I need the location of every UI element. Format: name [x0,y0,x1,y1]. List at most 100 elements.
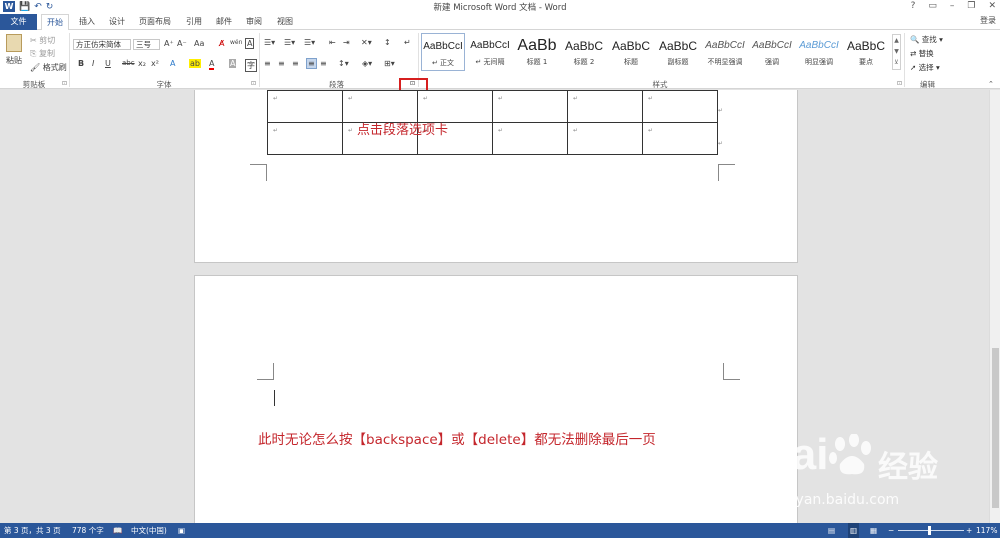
style-item[interactable]: AaBbCcI 不明显强调 [703,33,747,71]
style-item[interactable]: AaBbCcI ↵ 正文 [421,33,465,71]
underline-button[interactable]: U [105,59,111,68]
grow-font-icon[interactable]: A⁺ [164,39,174,48]
language[interactable]: 中文(中国) [131,523,167,538]
styles-gallery-scroll[interactable]: ▲ ▼ ⊻ [892,34,901,70]
multilevel-list-icon[interactable]: ☰▾ [304,38,315,47]
bold-button[interactable]: B [78,59,84,68]
style-item[interactable]: AaBb 标题 1 [515,33,559,71]
clear-format-icon[interactable]: A̸ [219,39,224,48]
print-layout-icon[interactable]: ▥ [848,523,860,538]
font-family-select[interactable]: 方正仿宋简体 [73,39,131,50]
table-cell[interactable]: ↵ [492,122,568,155]
login-link[interactable]: 登录 [980,15,996,26]
increase-indent-icon[interactable]: ⇥ [343,38,350,47]
text-cursor[interactable] [274,390,275,406]
paste-button[interactable]: 粘贴 [6,55,22,66]
style-item[interactable]: AaBbC 标题 2 [562,33,606,71]
shading-icon[interactable]: ◈▾ [362,59,372,68]
tab-review[interactable]: 审阅 [246,14,262,30]
style-item[interactable]: AaBbCcI ↵ 无间隔 [468,33,512,71]
copy-button[interactable]: ⎘ 复制 [30,48,55,59]
justify-icon[interactable]: ≡ [306,58,317,69]
bullets-icon[interactable]: ☰▾ [264,38,275,47]
vertical-scrollbar[interactable] [989,90,1000,523]
ribbon-display-icon[interactable]: ▭ [928,1,937,11]
style-item[interactable]: AaBbC 要点 [844,33,888,71]
enclose-char-icon[interactable]: 字 [245,59,257,72]
collapse-ribbon-icon[interactable]: ⌃ [988,80,994,88]
format-painter-button[interactable]: 🖌 格式刷 [30,62,67,73]
read-mode-icon[interactable]: ▤ [828,523,835,538]
find-button[interactable]: 🔍 查找 ▾ [910,34,943,45]
table-cell[interactable]: ↵ [492,90,568,123]
numbering-icon[interactable]: ☰▾ [284,38,295,47]
chinese-layout-icon[interactable]: ✕▾ [361,38,372,47]
document-table[interactable]: ↵ ↵ ↵ ↵ ↵ ↵ ↵ ↵ ↵ ↵ ↵ ↵ [267,90,718,155]
table-cell[interactable]: ↵ [417,90,493,123]
tab-mailings[interactable]: 邮件 [216,14,232,30]
macro-icon[interactable]: ▣ [178,523,185,538]
style-item[interactable]: AaBbC 副标题 [656,33,700,71]
tab-home[interactable]: 开始 [41,14,69,31]
style-item[interactable]: AaBbCcI 明显强调 [797,33,841,71]
style-item[interactable]: AaBbCcI 强调 [750,33,794,71]
italic-button[interactable]: I [92,59,94,68]
zoom-in-icon[interactable]: + [966,523,972,538]
shrink-font-icon[interactable]: A⁻ [177,39,187,48]
phonetic-guide-icon[interactable]: wén [230,39,242,46]
line-spacing-icon[interactable]: ↕▾ [338,59,349,68]
strikethrough-button[interactable]: abc [122,59,135,67]
scrollbar-thumb[interactable] [992,348,999,508]
decrease-indent-icon[interactable]: ⇤ [329,38,336,47]
tab-view[interactable]: 视图 [277,14,293,30]
distributed-icon[interactable]: ≡ [320,59,327,68]
table-cell[interactable]: ↵ [342,90,418,123]
restore-icon[interactable]: ❐ [967,1,975,11]
table-cell[interactable]: ↵ [567,90,643,123]
close-icon[interactable]: ✕ [988,1,996,11]
zoom-level[interactable]: 117% [976,523,997,538]
style-item[interactable]: AaBbC 标题 [609,33,653,71]
web-layout-icon[interactable]: ▦ [870,523,877,538]
char-shading-icon[interactable]: A [229,59,237,68]
align-center-icon[interactable]: ≡ [278,59,285,68]
highlight-icon[interactable]: ab [189,59,201,68]
font-launcher-icon[interactable]: ⊡ [251,80,256,87]
char-border-icon[interactable]: A [245,38,255,49]
help-icon[interactable]: ? [911,1,916,11]
zoom-slider[interactable] [898,530,964,531]
show-marks-icon[interactable]: ↵ [404,38,411,47]
minimize-icon[interactable]: – [950,1,955,11]
page-count[interactable]: 第 3 页，共 3 页 [4,523,61,538]
tab-references[interactable]: 引用 [186,14,202,30]
align-left-icon[interactable]: ≡ [264,59,271,68]
select-button[interactable]: ➚ 选择 ▾ [910,62,940,73]
proofing-icon[interactable]: 📖 [113,523,122,538]
subscript-button[interactable]: x₂ [138,59,146,68]
table-cell[interactable]: ↵ [642,90,718,123]
text-effects-icon[interactable]: A [170,59,175,68]
sort-icon[interactable]: ↕ [384,38,391,47]
paste-icon[interactable] [6,34,22,52]
font-color-icon[interactable]: A [209,59,215,70]
cut-button[interactable]: ✂ 剪切 [30,35,55,46]
styles-launcher-icon[interactable]: ⊡ [897,80,902,87]
table-cell[interactable]: ↵ [267,90,343,123]
change-case-icon[interactable]: Aa [194,39,204,48]
zoom-slider-thumb[interactable] [928,526,931,535]
borders-icon[interactable]: ⊞▾ [384,59,395,68]
tab-file[interactable]: 文件 [0,14,37,30]
table-cell[interactable]: ↵ [642,122,718,155]
clipboard-launcher-icon[interactable]: ⊡ [62,80,67,87]
align-right-icon[interactable]: ≡ [292,59,299,68]
tab-design[interactable]: 设计 [109,14,125,30]
table-cell[interactable]: ↵ [567,122,643,155]
font-size-select[interactable]: 三号 [133,39,160,50]
word-count[interactable]: 778 个字 [72,523,104,538]
replace-button[interactable]: ⇄ 替换 [910,48,934,59]
superscript-button[interactable]: x² [151,59,159,68]
zoom-out-icon[interactable]: − [888,523,894,538]
tab-page-layout[interactable]: 页面布局 [139,14,171,30]
table-cell[interactable]: ↵ [267,122,343,155]
tab-insert[interactable]: 插入 [79,14,95,30]
